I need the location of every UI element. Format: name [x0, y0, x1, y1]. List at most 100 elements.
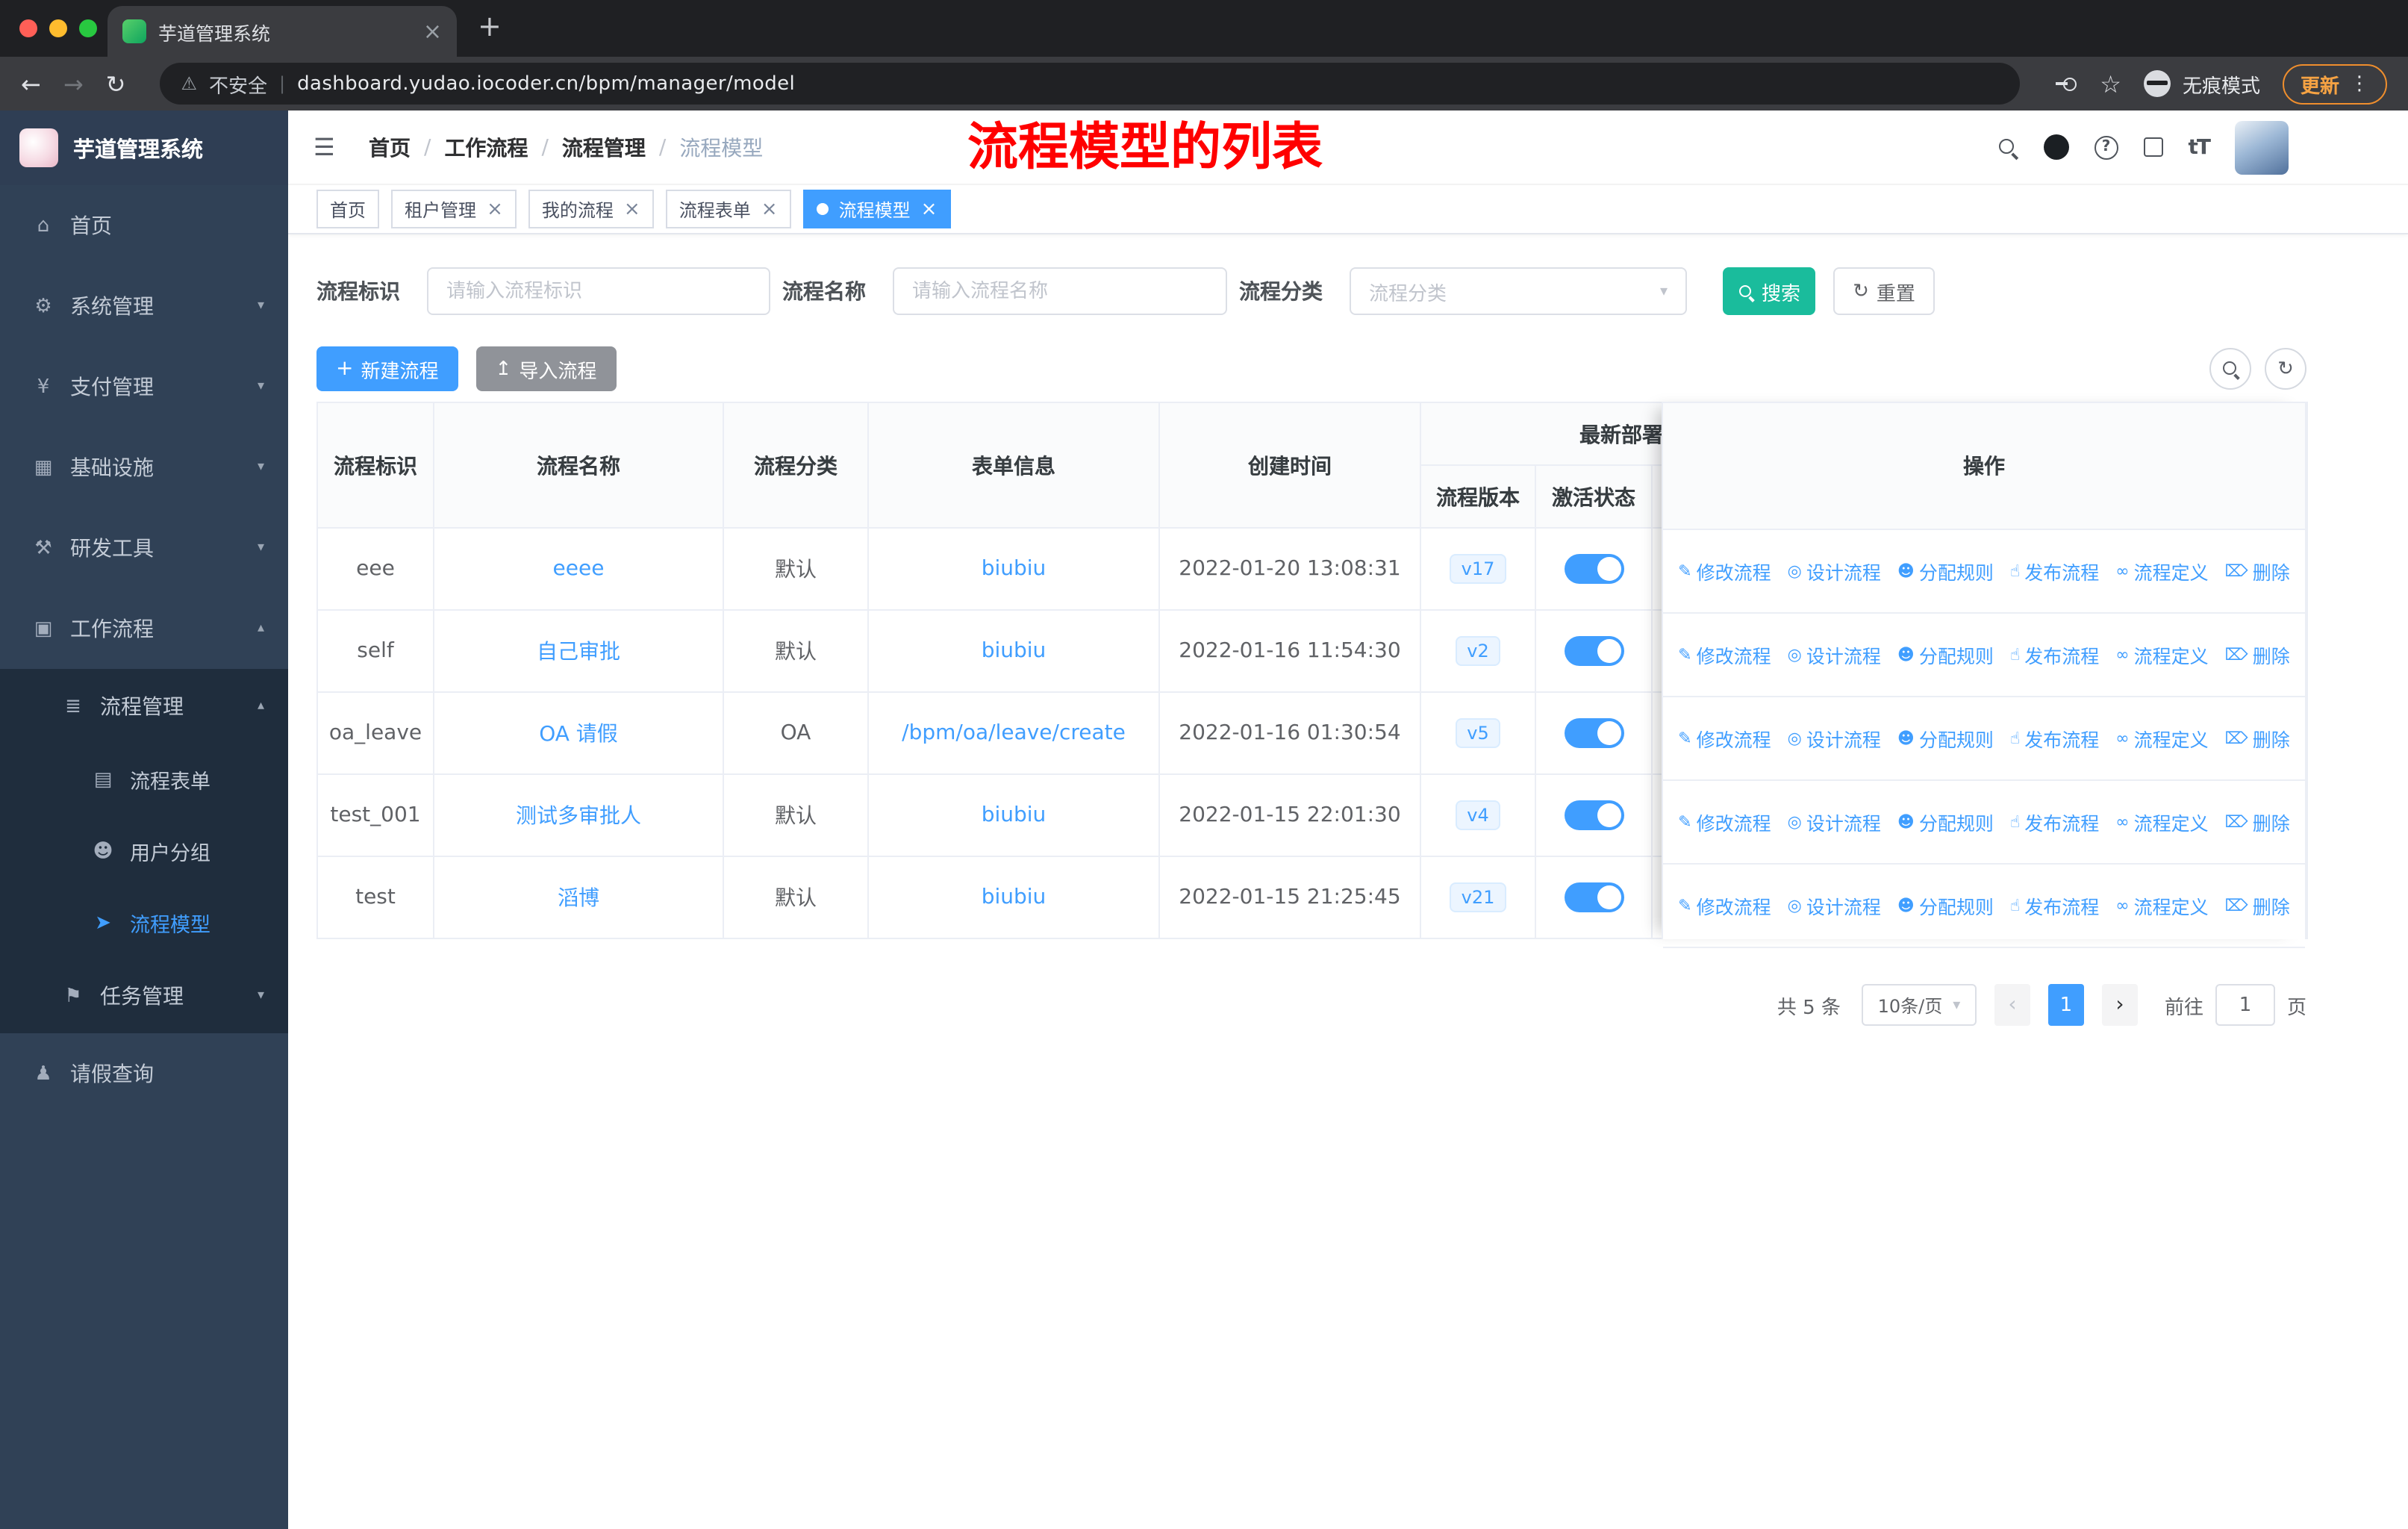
bookmark-star-icon[interactable]: ☆ [2100, 69, 2121, 98]
form-info-link[interactable]: biubiu [982, 639, 1047, 663]
breadcrumb-item[interactable]: 工作流程 [444, 132, 528, 162]
sidebar-item-process-form[interactable]: ▤ 流程表单 [0, 744, 288, 815]
action-delete[interactable]: ⌦ 删除 [2225, 641, 2290, 669]
action-assign[interactable]: ☻ 分配规则 [1897, 641, 1994, 669]
zoom-window-button[interactable] [79, 19, 97, 37]
process-key-input[interactable] [427, 267, 770, 315]
user-avatar[interactable] [2235, 120, 2289, 174]
back-button[interactable]: ← [21, 69, 41, 98]
process-name-input[interactable] [893, 267, 1227, 315]
breadcrumb-item[interactable]: 流程管理 [562, 132, 646, 162]
action-assign[interactable]: ☻ 分配规则 [1897, 557, 1994, 585]
browser-menu-icon[interactable]: ⋮ [2350, 72, 2369, 95]
refresh-table-button[interactable]: ↻ [2265, 348, 2306, 390]
action-definition[interactable]: ∞ 流程定义 [2115, 891, 2208, 920]
breadcrumb-item[interactable]: 首页 [369, 132, 411, 162]
page-1-button[interactable]: 1 [2047, 984, 2084, 1026]
reload-button[interactable]: ↻ [106, 69, 126, 98]
action-delete[interactable]: ⌦ 删除 [2225, 724, 2290, 753]
sidebar-toggle-icon[interactable]: ☰ [314, 133, 346, 161]
action-design[interactable]: ◎ 设计流程 [1788, 557, 1881, 585]
action-edit[interactable]: ✎ 修改流程 [1678, 641, 1771, 669]
forward-button[interactable]: → [63, 69, 84, 98]
tag-tab[interactable]: 我的流程 × [528, 190, 654, 228]
browser-update-button[interactable]: 更新 ⋮ [2282, 63, 2387, 104]
close-icon[interactable]: × [624, 199, 640, 219]
action-definition[interactable]: ∞ 流程定义 [2115, 808, 2208, 836]
action-definition[interactable]: ∞ 流程定义 [2115, 724, 2208, 753]
sidebar-item-user-group[interactable]: ☻ 用户分组 [0, 815, 288, 887]
tag-tab[interactable]: 流程模型 × [802, 190, 951, 228]
active-toggle[interactable] [1564, 636, 1623, 666]
action-delete[interactable]: ⌦ 删除 [2225, 557, 2290, 585]
action-publish[interactable]: ☝ 发布流程 [2010, 891, 2099, 920]
action-design[interactable]: ◎ 设计流程 [1788, 891, 1881, 920]
form-info-link[interactable]: /bpm/oa/leave/create [902, 721, 1126, 745]
font-size-icon[interactable]: tT [2189, 135, 2212, 159]
close-icon[interactable]: × [487, 199, 503, 219]
sidebar-item-process-mgmt[interactable]: ≣ 流程管理 ▴ [0, 669, 288, 744]
browser-tab[interactable]: 芋道管理系统 × [107, 6, 457, 57]
sidebar-item-infrastructure[interactable]: ▦ 基础设施 ▾ [0, 427, 288, 508]
action-publish[interactable]: ☝ 发布流程 [2010, 641, 2099, 669]
search-icon[interactable] [1997, 137, 2018, 158]
sidebar-item-dev-tools[interactable]: ⚒ 研发工具 ▾ [0, 508, 288, 588]
action-edit[interactable]: ✎ 修改流程 [1678, 557, 1771, 585]
action-edit[interactable]: ✎ 修改流程 [1678, 808, 1771, 836]
action-edit[interactable]: ✎ 修改流程 [1678, 891, 1771, 920]
process-name-link[interactable]: 自己审批 [537, 641, 620, 664]
new-tab-button[interactable]: + [478, 10, 502, 43]
password-key-icon[interactable] [2053, 72, 2077, 96]
sidebar-item-leave-query[interactable]: ♟ 请假查询 [0, 1033, 288, 1114]
hide-search-button[interactable] [2209, 348, 2251, 390]
action-assign[interactable]: ☻ 分配规则 [1897, 891, 1994, 920]
goto-page-input[interactable] [2215, 984, 2275, 1026]
process-name-link[interactable]: 滔博 [558, 887, 599, 911]
action-definition[interactable]: ∞ 流程定义 [2115, 557, 2208, 585]
security-label[interactable]: 不安全 [209, 69, 267, 98]
action-design[interactable]: ◎ 设计流程 [1788, 808, 1881, 836]
form-info-link[interactable]: biubiu [982, 803, 1047, 827]
action-publish[interactable]: ☝ 发布流程 [2010, 808, 2099, 836]
reset-button[interactable]: ↻ 重置 [1833, 267, 1935, 315]
fullscreen-icon[interactable] [2143, 137, 2163, 157]
action-publish[interactable]: ☝ 发布流程 [2010, 557, 2099, 585]
sidebar-item-home[interactable]: ⌂ 首页 [0, 185, 288, 266]
action-definition[interactable]: ∞ 流程定义 [2115, 641, 2208, 669]
minimize-window-button[interactable] [49, 19, 67, 37]
action-assign[interactable]: ☻ 分配规则 [1897, 724, 1994, 753]
active-toggle[interactable] [1564, 718, 1623, 748]
action-edit[interactable]: ✎ 修改流程 [1678, 724, 1771, 753]
sidebar-item-payment-mgmt[interactable]: ¥ 支付管理 ▾ [0, 346, 288, 427]
close-icon[interactable]: × [921, 199, 938, 219]
category-select[interactable]: 流程分类 ▾ [1350, 267, 1687, 315]
tag-tab[interactable]: 流程表单 × [665, 190, 791, 228]
close-tab-icon[interactable]: × [423, 18, 442, 45]
process-name-link[interactable]: eeee [553, 557, 605, 581]
address-bar[interactable]: ⚠ 不安全 | dashboard.yudao.iocoder.cn/bpm/m… [160, 63, 2020, 105]
help-icon[interactable]: ? [2094, 135, 2118, 159]
create-process-button[interactable]: + 新建流程 [316, 346, 458, 391]
form-info-link[interactable]: biubiu [982, 885, 1047, 909]
action-publish[interactable]: ☝ 发布流程 [2010, 724, 2099, 753]
sidebar-item-process-model[interactable]: ➤ 流程模型 [0, 887, 288, 959]
page-size-select[interactable]: 10条/页 ▾ [1861, 984, 1977, 1026]
close-icon[interactable]: × [761, 199, 778, 219]
sidebar-item-system-mgmt[interactable]: ⚙ 系统管理 ▾ [0, 266, 288, 346]
sidebar-item-task-mgmt[interactable]: ⚑ 任务管理 ▾ [0, 959, 288, 1033]
sidebar-item-workflow[interactable]: ▣ 工作流程 ▴ [0, 588, 288, 669]
action-design[interactable]: ◎ 设计流程 [1788, 641, 1881, 669]
close-window-button[interactable] [19, 19, 37, 37]
active-toggle[interactable] [1564, 554, 1623, 584]
form-info-link[interactable]: biubiu [982, 557, 1047, 581]
import-process-button[interactable]: ↥ 导入流程 [475, 346, 617, 391]
action-delete[interactable]: ⌦ 删除 [2225, 808, 2290, 836]
prev-page-button[interactable]: ‹ [1994, 984, 2030, 1026]
github-icon[interactable] [2043, 134, 2069, 160]
action-design[interactable]: ◎ 设计流程 [1788, 724, 1881, 753]
tag-tab[interactable]: 租户管理 × [391, 190, 517, 228]
active-toggle[interactable] [1564, 800, 1623, 830]
process-name-link[interactable]: OA 请假 [539, 723, 618, 747]
search-button[interactable]: 搜索 [1723, 267, 1815, 315]
active-toggle[interactable] [1564, 882, 1623, 912]
